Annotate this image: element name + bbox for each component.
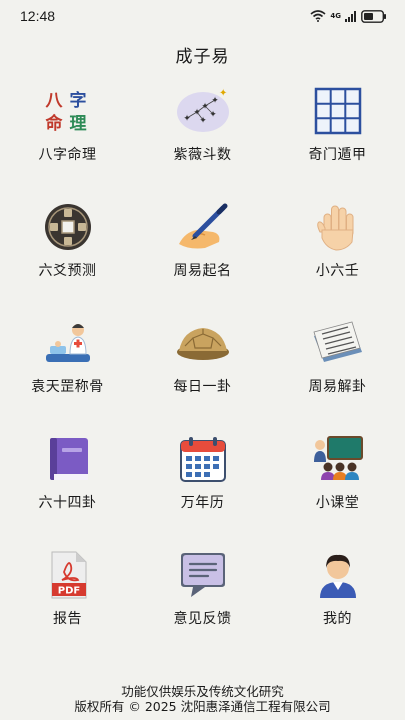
footer-disclaimer: 功能仅供娱乐及传统文化研究: [121, 684, 284, 699]
feature-grid: 八 字 命 理 八字命理 ✦ ✦ ✦ ✦ ✦ ✦ ✦ 紫薇斗数 奇门遁甲 六爻预…: [0, 80, 405, 660]
raised-hand-icon: [310, 202, 366, 252]
bazi-characters-icon: 八 字 命 理: [40, 86, 96, 136]
tile-label: 小课堂: [315, 495, 360, 511]
pdf-label: PDF: [57, 586, 79, 597]
svg-text:✦: ✦: [209, 110, 217, 120]
tile-feedback[interactable]: 意见反馈: [135, 544, 270, 660]
tile-label: 我的: [323, 611, 352, 627]
star-chart-icon: ✦ ✦ ✦ ✦ ✦ ✦ ✦: [175, 86, 231, 136]
tile-ziwei[interactable]: ✦ ✦ ✦ ✦ ✦ ✦ ✦ 紫薇斗数: [135, 80, 270, 196]
book-icon: [40, 434, 96, 484]
tile-label: 周易解卦: [308, 379, 367, 395]
tile-qimen[interactable]: 奇门遁甲: [270, 80, 405, 196]
tortoise-shell-icon: [175, 318, 231, 368]
doctor-scale-icon: [40, 318, 96, 368]
tile-qiming[interactable]: 周易起名: [135, 196, 270, 312]
user-profile-icon: [310, 550, 366, 600]
tile-classroom[interactable]: 小课堂: [270, 428, 405, 544]
svg-text:✦: ✦: [219, 88, 227, 99]
tile-label: 万年历: [180, 495, 225, 511]
calendar-icon: [175, 434, 231, 484]
tile-label: 紫薇斗数: [173, 147, 232, 163]
classroom-icon: [310, 434, 366, 484]
tile-label: 每日一卦: [173, 379, 232, 395]
svg-text:✦: ✦: [183, 114, 191, 124]
tile-jiegua[interactable]: 周易解卦: [270, 312, 405, 428]
tile-label: 袁天罡称骨: [31, 379, 104, 395]
footer-copyright: 版权所有 © 2025 沈阳惠泽通信工程有限公司: [74, 699, 331, 714]
tile-report[interactable]: PDF 报告: [0, 544, 135, 660]
tile-label: 六十四卦: [38, 495, 97, 511]
tile-label: 小六壬: [315, 263, 360, 279]
nine-grid-icon: [310, 86, 366, 136]
status-time: 12:48: [20, 8, 56, 24]
pdf-file-icon: PDF: [40, 550, 96, 600]
svg-text:✦: ✦: [201, 102, 209, 112]
tile-xiaoliuren[interactable]: 小六壬: [270, 196, 405, 312]
tile-meiri[interactable]: 每日一卦: [135, 312, 270, 428]
tile-profile[interactable]: 我的: [270, 544, 405, 660]
tile-label: 报告: [53, 611, 82, 627]
signal-icon: [345, 10, 356, 22]
tile-liuyao[interactable]: 六爻预测: [0, 196, 135, 312]
status-bar: 12:48 4G: [0, 0, 405, 32]
bazi-char-1: 八: [45, 91, 63, 111]
tile-calendar[interactable]: 万年历: [135, 428, 270, 544]
tile-label: 奇门遁甲: [308, 147, 367, 163]
tile-bazi[interactable]: 八 字 命 理 八字命理: [0, 80, 135, 196]
page-title: 成子易: [175, 47, 230, 67]
ancient-coin-icon: [40, 202, 96, 252]
bazi-char-3: 命: [44, 113, 63, 134]
tile-64gua[interactable]: 六十四卦: [0, 428, 135, 544]
wifi-icon: [310, 10, 326, 22]
network-type-label: 4G: [330, 11, 341, 20]
writing-hand-icon: [175, 202, 231, 252]
status-icons: 4G: [310, 9, 387, 23]
svg-text:✦: ✦: [199, 116, 207, 126]
bazi-char-2: 字: [69, 90, 86, 111]
bazi-char-4: 理: [69, 114, 86, 134]
feedback-message-icon: [175, 550, 231, 600]
tile-label: 意见反馈: [173, 611, 232, 627]
newspaper-icon: [310, 318, 366, 368]
battery-icon: [361, 9, 386, 23]
tile-label: 八字命理: [38, 147, 97, 163]
tile-chenggu[interactable]: 袁天罡称骨: [0, 312, 135, 428]
tile-label: 周易起名: [173, 263, 232, 279]
tile-label: 六爻预测: [38, 263, 97, 279]
